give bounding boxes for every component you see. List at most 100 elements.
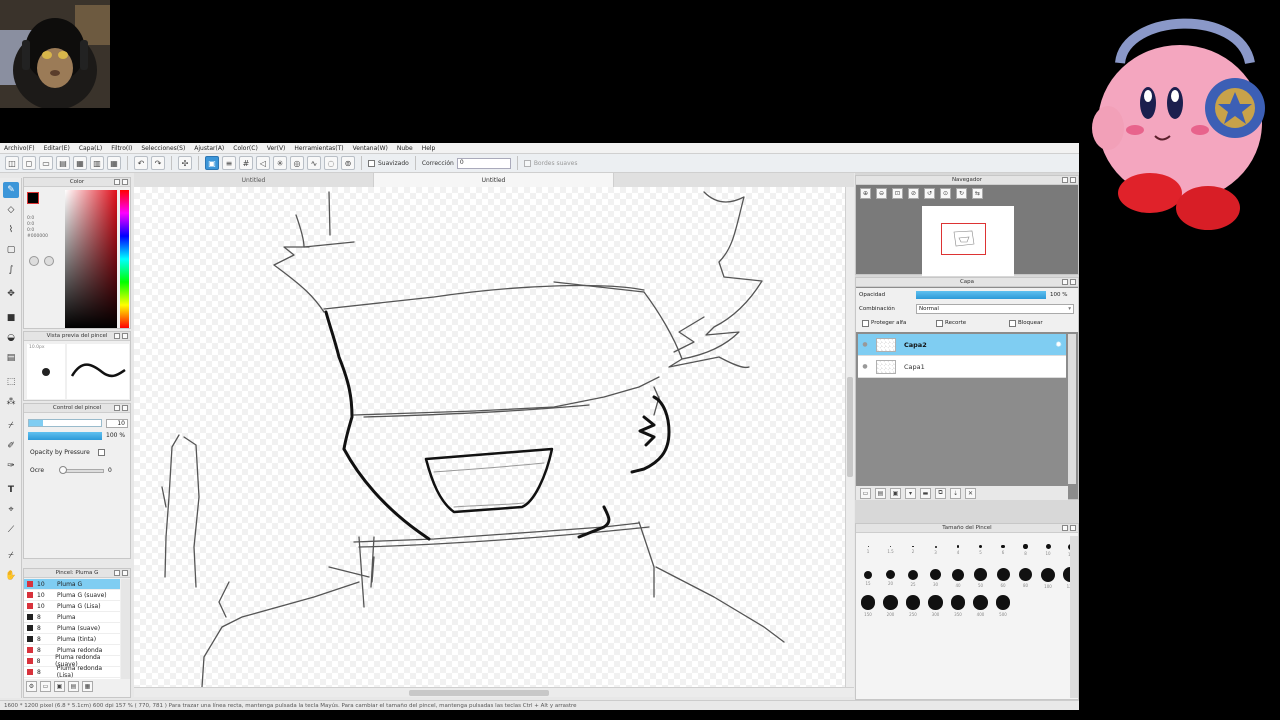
snap-curve-icon[interactable]: ∿ [307, 156, 321, 170]
brush-delete-icon[interactable]: ▦ [82, 681, 93, 692]
lock-checkbox[interactable] [1009, 320, 1016, 327]
dropper-tool-icon[interactable]: ⌿ [3, 548, 19, 564]
select-rect-tool-icon[interactable]: ▢ [3, 242, 19, 258]
brush-size-option[interactable]: 40 [947, 564, 969, 592]
foreground-color-swatch[interactable] [27, 192, 39, 204]
save-icon[interactable]: ▦ [73, 156, 87, 170]
new-file-icon[interactable]: ▭ [39, 156, 53, 170]
panel-close-icon[interactable] [1070, 279, 1076, 285]
opacity-pressure-checkbox[interactable] [98, 449, 105, 456]
brush-size-option[interactable]: 1 [857, 536, 879, 564]
fill-rect-tool-icon[interactable]: ■ [3, 310, 19, 326]
transform-icon[interactable]: ✣ [178, 156, 192, 170]
select-all-icon[interactable]: ◫ [5, 156, 19, 170]
panel-minimize-icon[interactable] [114, 405, 120, 411]
rotate-reset-icon[interactable]: ⊙ [940, 188, 951, 199]
color-mode-icon[interactable] [29, 256, 39, 266]
brush-copy-icon[interactable]: ▣ [54, 681, 65, 692]
brush-list-scrollbar[interactable] [121, 579, 130, 679]
panel-minimize-icon[interactable] [1062, 279, 1068, 285]
blend-mode-select[interactable]: Normal ▾ [916, 304, 1074, 314]
panel-minimize-icon[interactable] [114, 570, 120, 576]
vertical-scroll-thumb[interactable] [847, 377, 853, 477]
brush-new-icon[interactable]: ▭ [40, 681, 51, 692]
bucket-tool-icon[interactable]: ◒ [3, 330, 19, 346]
layer-list-scrollbar[interactable] [1068, 334, 1076, 484]
brush-item-pluma-g-lisa[interactable]: 10 Pluma G (Lisa) [24, 601, 120, 612]
eyedropper-tool-icon[interactable]: ⌿ [3, 418, 19, 434]
snap-circle-icon[interactable]: ◎ [290, 156, 304, 170]
panel-minimize-icon[interactable] [1062, 177, 1068, 183]
menu-archivo[interactable]: Archivo(F) [4, 145, 35, 152]
color-wheel-icon[interactable] [44, 256, 54, 266]
merge-down-icon[interactable]: ⧉ [935, 487, 946, 499]
panel-close-icon[interactable] [122, 405, 128, 411]
brush-size-slider[interactable] [28, 419, 102, 427]
brush-size-option[interactable]: 8 [1015, 536, 1037, 564]
brush-size-option[interactable]: 80 [1015, 564, 1037, 592]
panel-close-icon[interactable] [122, 570, 128, 576]
panel-minimize-icon[interactable] [1062, 525, 1068, 531]
flip-icon[interactable]: ⇆ [972, 188, 983, 199]
snap-parallel-icon[interactable]: ≡ [222, 156, 236, 170]
brush-size-option[interactable]: 10 [1037, 536, 1059, 564]
brush-size-option[interactable]: 4 [947, 536, 969, 564]
navigator-viewport[interactable] [941, 223, 986, 255]
snap-ellipse-icon[interactable]: ◌ [324, 156, 338, 170]
menu-filtro[interactable]: Filtro(I) [111, 145, 132, 152]
layer-opacity-slider[interactable] [916, 291, 1046, 299]
panel-close-icon[interactable] [122, 179, 128, 185]
menu-ver[interactable]: Ver(V) [267, 145, 286, 152]
redo-icon[interactable]: ↷ [151, 156, 165, 170]
menu-editar[interactable]: Editar(E) [44, 145, 70, 152]
brush-size-option[interactable]: 500 [992, 592, 1014, 620]
flatten-icon[interactable]: ⇣ [950, 487, 961, 499]
panel-minimize-icon[interactable] [114, 179, 120, 185]
brush-size-option[interactable]: 350 [947, 592, 969, 620]
panel-close-icon[interactable] [1070, 525, 1076, 531]
deselect-icon[interactable]: ◻ [22, 156, 36, 170]
zoom-in-icon[interactable]: ⊕ [860, 188, 871, 199]
lasso-tool-icon[interactable]: ∫ [3, 262, 19, 278]
menu-ajustar[interactable]: Ajustar(A) [194, 145, 224, 152]
brush-size-option[interactable]: 1.5 [880, 536, 902, 564]
layer-icon[interactable]: ▥ [90, 156, 104, 170]
brush-size-scrollbar[interactable] [1070, 536, 1078, 698]
brush-item-pluma-suave[interactable]: 8 Pluma (suave) [24, 623, 120, 634]
menu-capa[interactable]: Capa(L) [79, 145, 102, 152]
layer-folder-icon[interactable]: ▬ [920, 487, 931, 499]
menu-herramientas[interactable]: Herramientas(T) [294, 145, 343, 152]
protect-alpha-checkbox[interactable] [862, 320, 869, 327]
menu-color[interactable]: Color(C) [233, 145, 258, 152]
grid-icon[interactable]: ▦ [107, 156, 121, 170]
rotate-left-icon[interactable]: ↺ [924, 188, 935, 199]
delete-layer-icon[interactable]: ✕ [965, 487, 976, 499]
pen-tool-icon[interactable]: ✎ [3, 182, 19, 198]
layer-row-capa1[interactable]: ● Capa1 [858, 356, 1066, 378]
panel-close-icon[interactable] [122, 333, 128, 339]
tab-untitled-1[interactable]: Untitled [134, 173, 374, 187]
brush-size-option[interactable]: 300 [925, 592, 947, 620]
brush-item-pluma[interactable]: 8 Pluma [24, 612, 120, 623]
brush-size-option[interactable]: 20 [880, 564, 902, 592]
new-vector-layer-icon[interactable]: ▤ [875, 487, 886, 499]
blur-slider-handle[interactable] [59, 466, 67, 474]
snap-vanish-icon[interactable]: ◁ [256, 156, 270, 170]
layer-settings-icon[interactable]: ✹ [1055, 340, 1062, 349]
brush-size-option[interactable]: 25 [902, 564, 924, 592]
fit-icon[interactable]: ⊡ [892, 188, 903, 199]
snap-concentric-icon[interactable]: ⊚ [341, 156, 355, 170]
menu-selecciones[interactable]: Selecciones(S) [141, 145, 185, 152]
brush-size-option[interactable]: 5 [970, 536, 992, 564]
brush-size-option[interactable]: 60 [992, 564, 1014, 592]
magic-wand-tool-icon[interactable]: ⁂ [3, 394, 19, 410]
smooth-checkbox[interactable] [368, 159, 375, 167]
visibility-icon[interactable]: ● [858, 363, 872, 370]
brush-size-option[interactable]: 100 [1037, 564, 1059, 592]
brush-import-icon[interactable]: ▤ [68, 681, 79, 692]
zoom-reset-icon[interactable]: ⊘ [908, 188, 919, 199]
brush-size-option[interactable]: 200 [880, 592, 902, 620]
open-file-icon[interactable]: ▤ [56, 156, 70, 170]
color-sv-square[interactable] [65, 190, 117, 328]
select-pen-tool-icon[interactable]: ✐ [3, 438, 19, 454]
